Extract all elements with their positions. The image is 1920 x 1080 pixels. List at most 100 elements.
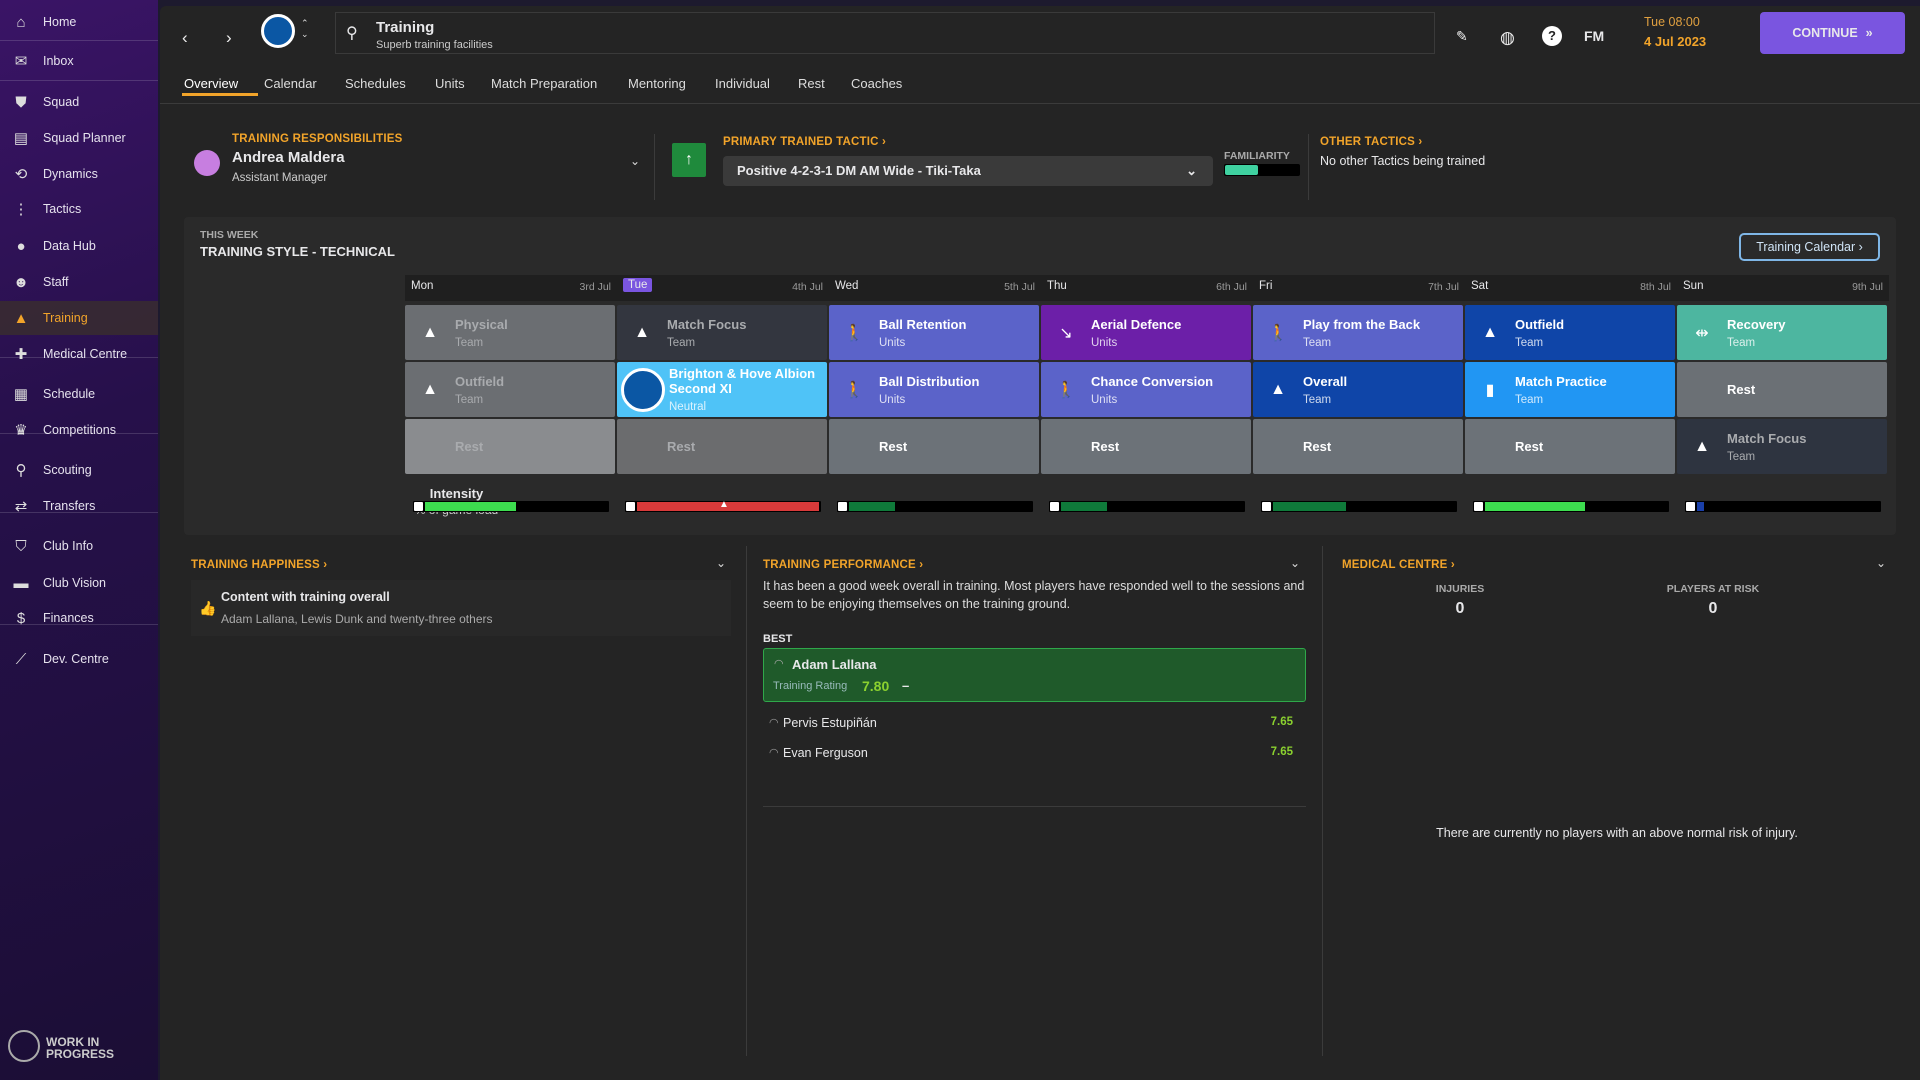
session-cell[interactable]: Rest <box>1041 419 1251 474</box>
session-cell[interactable]: Rest <box>829 419 1039 474</box>
sidebar-item-home[interactable]: ⌂ Home <box>0 5 158 39</box>
session-cell[interactable]: ▮ Match Practice Team <box>1465 362 1675 417</box>
sidebar-item-squad[interactable]: ⛊ Squad <box>0 85 158 119</box>
session-cell[interactable]: Rest <box>1677 362 1887 417</box>
sidebar-item-finances[interactable]: $ Finances <box>0 601 158 635</box>
session-cell[interactable]: ▲ Physical Team <box>405 305 615 360</box>
help-icon[interactable]: ? <box>1542 26 1562 46</box>
training-happiness-link[interactable]: TRAINING HAPPINESS › <box>191 559 327 571</box>
responsible-staff-name[interactable]: Andrea Maldera <box>232 149 345 166</box>
training-performance-link[interactable]: TRAINING PERFORMANCE › <box>763 559 923 571</box>
session-cell[interactable]: Rest <box>617 419 827 474</box>
sidebar-item-staff[interactable]: ☻ Staff <box>0 265 158 299</box>
best-player-name[interactable]: Adam Lallana <box>792 657 877 672</box>
sidebar-item-training[interactable]: ▲ Training <box>0 301 158 335</box>
player-row[interactable]: ◠ Evan Ferguson 7.65 <box>763 741 1303 767</box>
collapse-chevron-icon[interactable]: ⌄ <box>1876 556 1886 570</box>
session-text: Rest <box>1303 439 1331 454</box>
tab-coaches[interactable]: Coaches <box>851 76 902 91</box>
sidebar-divider <box>0 80 158 81</box>
sidebar-item-club-info[interactable]: ⛉ Club Info <box>0 529 158 563</box>
tab-units[interactable]: Units <box>435 76 465 91</box>
tab-calendar[interactable]: Calendar <box>264 76 317 91</box>
primary-tactic-dropdown[interactable]: Positive 4-2-3-1 DM AM Wide - Tiki-Taka ⌄ <box>723 156 1213 186</box>
back-arrow-icon[interactable]: ‹ <box>182 28 188 48</box>
session-cell[interactable]: Rest <box>1253 419 1463 474</box>
sidebar-divider <box>0 512 158 513</box>
sidebar-item-competitions[interactable]: ♛ Competitions <box>0 413 158 447</box>
sidebar-item-label: Club Vision <box>43 576 107 590</box>
session-cell[interactable]: ▲ Outfield Team <box>1465 305 1675 360</box>
edit-pencil-icon[interactable]: ✎ <box>1456 28 1468 45</box>
sidebar-item-label: Data Hub <box>43 239 96 253</box>
session-cell[interactable]: Rest <box>405 419 615 474</box>
session-cell[interactable]: 🚶 Ball Distribution Units <box>829 362 1039 417</box>
session-cell[interactable]: 🚶 Chance Conversion Units <box>1041 362 1251 417</box>
session-cell[interactable]: ⇹ Recovery Team <box>1677 305 1887 360</box>
session-title: Physical <box>455 316 508 332</box>
training-calendar-button[interactable]: Training Calendar › <box>1739 233 1880 261</box>
session-cell[interactable]: 🚶 Play from the Back Team <box>1253 305 1463 360</box>
session-type: Team <box>1303 336 1332 349</box>
sidebar-item-dev-centre[interactable]: ⟋ Dev. Centre <box>0 642 158 676</box>
runner-icon: 🚶 <box>1056 381 1076 399</box>
session-type: Units <box>879 336 906 349</box>
continue-label: CONTINUE <box>1792 26 1858 40</box>
session-cell[interactable]: ▲ Match Focus Team <box>617 305 827 360</box>
shield-icon: ⛉ <box>15 537 27 555</box>
sidebar-item-schedule[interactable]: ▦ Schedule <box>0 377 158 411</box>
session-cell[interactable]: Rest <box>1465 419 1675 474</box>
sidebar-item-label: Dynamics <box>43 167 98 181</box>
session-type: Neutral <box>669 401 707 413</box>
intensity-marker-icon <box>838 502 847 511</box>
sidebar-item-squad-planner[interactable]: ▤ Squad Planner <box>0 121 158 155</box>
club-switch-chevrons-icon[interactable]: ⌃ ⌄ <box>301 18 309 40</box>
sidebar-item-tactics[interactable]: ⋮ Tactics <box>0 192 158 226</box>
collapse-chevron-icon[interactable]: ⌄ <box>1290 556 1300 570</box>
search-bar[interactable]: ⚲ Training Superb training facilities <box>335 12 1435 54</box>
intensity-bar <box>413 501 609 512</box>
session-cell[interactable]: ▲ Overall Team <box>1253 362 1463 417</box>
session-title: Ball Distribution <box>879 373 980 389</box>
collapse-chevron-icon[interactable]: ⌄ <box>716 556 726 570</box>
sidebar-item-dynamics[interactable]: ⟲ Dynamics <box>0 157 158 191</box>
player-row[interactable]: ◠ Pervis Estupiñán 7.65 <box>763 711 1303 737</box>
day-date: 7th Jul <box>1428 281 1459 293</box>
session-cell[interactable]: Brighton & Hove Albion Second XI Neutral <box>617 362 827 417</box>
session-cell[interactable]: 🚶 Ball Retention Units <box>829 305 1039 360</box>
session-text: Rest <box>1091 439 1119 454</box>
continue-button[interactable]: CONTINUE » <box>1760 12 1905 54</box>
fm-menu-button[interactable]: FM <box>1584 28 1604 44</box>
best-player-card[interactable]: ◠ Adam Lallana Training Rating 7.80 – <box>763 648 1306 702</box>
cone-icon: ▲ <box>634 323 650 341</box>
responsibilities-dropdown-icon[interactable]: ⌄ <box>630 154 640 168</box>
tab-match-preparation[interactable]: Match Preparation <box>491 76 597 91</box>
sidebar-item-medical-centre[interactable]: ✚ Medical Centre <box>0 337 158 371</box>
club-badge-icon[interactable] <box>261 14 295 48</box>
session-cell[interactable]: ▲ Outfield Team <box>405 362 615 417</box>
shirt-icon: ⛊ <box>15 93 27 111</box>
globe-icon[interactable]: ◍ <box>1500 28 1515 48</box>
primary-tactic-label[interactable]: PRIMARY TRAINED TACTIC › <box>723 136 886 148</box>
medical-note: There are currently no players with an a… <box>1436 826 1798 840</box>
intensity-fill <box>1697 502 1705 511</box>
other-tactics-label[interactable]: OTHER TACTICS › <box>1320 136 1422 148</box>
session-cell[interactable]: ↘ Aerial Defence Units <box>1041 305 1251 360</box>
session-type: Units <box>1091 336 1118 349</box>
sidebar-item-data-hub[interactable]: ● Data Hub <box>0 229 158 263</box>
sidebar-item-inbox[interactable]: ✉ Inbox <box>0 44 158 78</box>
tab-individual[interactable]: Individual <box>715 76 770 91</box>
session-title: Overall <box>1303 373 1348 389</box>
session-cell[interactable]: ▲ Match Focus Team <box>1677 419 1887 474</box>
sidebar-item-transfers[interactable]: ⇄ Transfers <box>0 489 158 523</box>
sidebar-item-club-vision[interactable]: ▬ Club Vision <box>0 566 158 600</box>
responsibilities-label: TRAINING RESPONSIBILITIES <box>232 133 403 145</box>
tab-schedules[interactable]: Schedules <box>345 76 406 91</box>
primary-tactic-value: Positive 4-2-3-1 DM AM Wide - Tiki-Taka <box>737 163 981 178</box>
tab-overview[interactable]: Overview <box>184 76 238 91</box>
tab-rest[interactable]: Rest <box>798 76 825 91</box>
sidebar-item-scouting[interactable]: ⚲ Scouting <box>0 453 158 487</box>
medical-centre-link[interactable]: MEDICAL CENTRE › <box>1342 559 1455 571</box>
forward-arrow-icon[interactable]: › <box>226 28 232 48</box>
tab-mentoring[interactable]: Mentoring <box>628 76 686 91</box>
